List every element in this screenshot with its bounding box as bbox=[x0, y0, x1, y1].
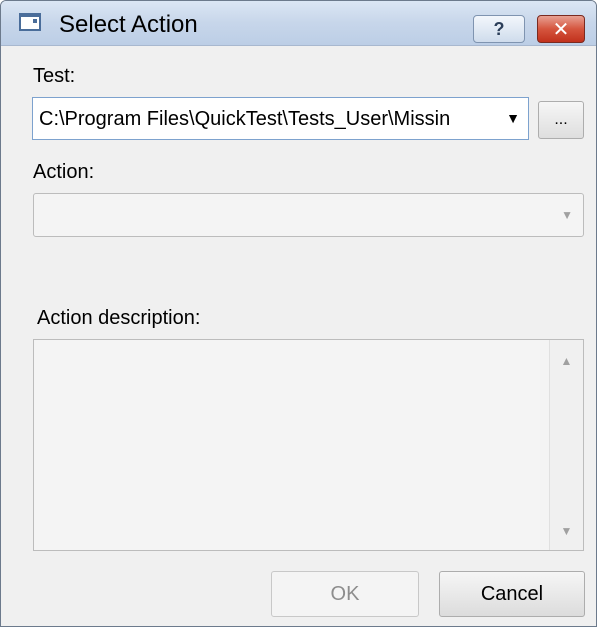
dialog-title: Select Action bbox=[59, 11, 198, 38]
chevron-down-icon[interactable]: ▼ bbox=[561, 208, 573, 222]
scroll-up-icon[interactable]: ▲ bbox=[550, 354, 583, 368]
test-path-combobox[interactable]: C:\Program Files\QuickTest\Tests_User\Mi… bbox=[32, 97, 529, 140]
help-button[interactable]: ? bbox=[473, 15, 525, 43]
title-bar[interactable]: Select Action ? ✕ bbox=[1, 1, 596, 46]
test-path-value: C:\Program Files\QuickTest\Tests_User\Mi… bbox=[39, 108, 451, 130]
select-action-dialog: Select Action ? ✕ Test: C:\Program Files… bbox=[0, 0, 597, 627]
browse-button[interactable]: ... bbox=[538, 101, 584, 139]
close-button[interactable]: ✕ bbox=[537, 15, 585, 43]
cancel-button[interactable]: Cancel bbox=[439, 571, 585, 617]
action-description-textarea[interactable]: ▲ ▼ bbox=[33, 339, 584, 551]
action-combobox[interactable]: ▼ bbox=[33, 193, 584, 237]
vertical-scrollbar[interactable]: ▲ ▼ bbox=[549, 340, 583, 550]
application-window-icon bbox=[19, 13, 41, 31]
scroll-down-icon[interactable]: ▼ bbox=[550, 524, 583, 538]
test-label: Test: bbox=[33, 65, 76, 87]
action-description-label: Action description: bbox=[37, 307, 201, 329]
ok-button[interactable]: OK bbox=[271, 571, 419, 617]
chevron-down-icon[interactable]: ▼ bbox=[506, 110, 520, 126]
action-label: Action: bbox=[33, 161, 95, 183]
